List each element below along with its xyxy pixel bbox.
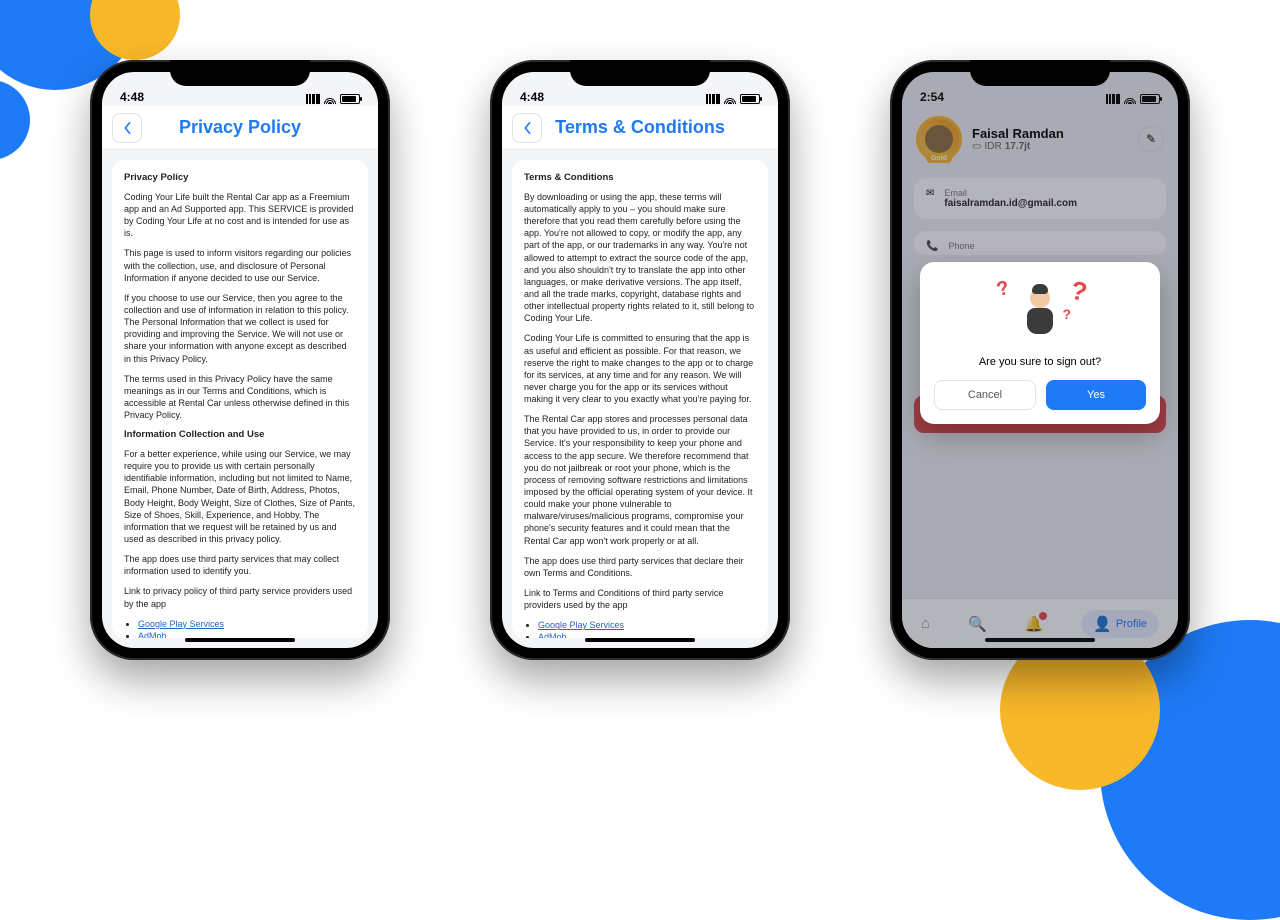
policy-link[interactable]: Google Play Services [138, 619, 224, 629]
home-indicator[interactable] [185, 638, 295, 642]
app-bar: Terms & Conditions [502, 106, 778, 150]
wifi-icon [724, 94, 736, 104]
body-text: Link to Terms and Conditions of third pa… [524, 587, 756, 611]
app-bar: Privacy Policy [102, 106, 378, 150]
body-text: Coding Your Life is committed to ensurin… [524, 332, 756, 405]
modal-message: Are you sure to sign out? [934, 356, 1146, 368]
body-text: Link to privacy policy of third party se… [124, 585, 356, 609]
phone-notch [170, 60, 310, 86]
body-text: This page is used to inform visitors reg… [124, 247, 356, 283]
signout-modal: ? ? ? Are you sure to sign out? Cancel Y… [920, 262, 1160, 424]
page-title: Terms & Conditions [555, 117, 725, 138]
content-card[interactable]: Terms & Conditions By downloading or usi… [512, 160, 768, 638]
signal-icon [306, 94, 320, 104]
phone-profile: 2:54 Gold Faisal Ramdan ▭ IDR 17.7jt ✎ [890, 60, 1190, 660]
policy-link[interactable]: AdMob [538, 632, 567, 638]
home-indicator[interactable] [585, 638, 695, 642]
body-text: The app does use third party services th… [124, 553, 356, 577]
signal-icon [706, 94, 720, 104]
phone-terms: 4:48 Terms & Conditions Terms & Conditio… [490, 60, 790, 660]
body-text: The Rental Car app stores and processes … [524, 413, 756, 547]
chevron-left-icon [522, 121, 532, 135]
policy-link[interactable]: Google Play Services [538, 620, 624, 630]
yes-button[interactable]: Yes [1046, 380, 1146, 410]
phone-privacy: 4:48 Privacy Policy Privacy Policy Codin… [90, 60, 390, 660]
policy-link[interactable]: AdMob [138, 631, 167, 638]
body-text: The app does use third party services th… [524, 555, 756, 579]
body-text: The terms used in this Privacy Policy ha… [124, 373, 356, 422]
body-text: Coding Your Life built the Rental Car ap… [124, 191, 356, 240]
body-text: By downloading or using the app, these t… [524, 191, 756, 325]
section-heading: Terms & Conditions [524, 172, 756, 185]
page-title: Privacy Policy [179, 117, 301, 138]
link-list: Google Play Services AdMob Google Analyt… [124, 618, 356, 638]
status-time: 4:48 [120, 90, 144, 104]
battery-icon [340, 94, 360, 104]
battery-icon [740, 94, 760, 104]
back-button[interactable] [512, 113, 542, 143]
section-heading: Privacy Policy [124, 172, 356, 185]
body-text: If you choose to use our Service, then y… [124, 292, 356, 365]
section-heading: Information Collection and Use [124, 429, 356, 442]
phone-notch [570, 60, 710, 86]
body-text: For a better experience, while using our… [124, 448, 356, 545]
cancel-button[interactable]: Cancel [934, 380, 1036, 410]
back-button[interactable] [112, 113, 142, 143]
phone-notch [970, 60, 1110, 86]
wifi-icon [324, 94, 336, 104]
link-list: Google Play Services AdMob Google Analyt… [524, 619, 756, 638]
status-time: 4:48 [520, 90, 544, 104]
confused-person-illustration: ? ? ? [995, 278, 1085, 348]
chevron-left-icon [122, 121, 132, 135]
content-card[interactable]: Privacy Policy Coding Your Life built th… [112, 160, 368, 638]
